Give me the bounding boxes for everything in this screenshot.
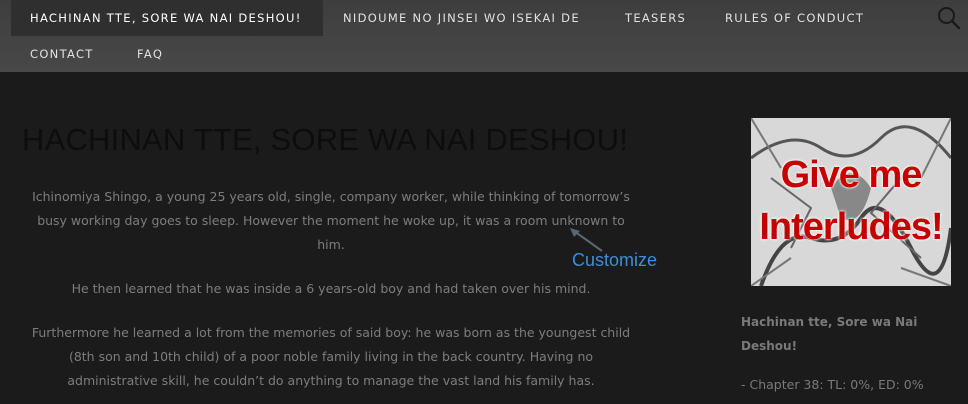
- give-me-interludes-banner[interactable]: Give me Interludes!: [751, 118, 951, 286]
- nav-item-faq[interactable]: FAQ: [137, 36, 163, 72]
- page-title: HACHINAN TTE, SORE WA NAI DESHOU!: [22, 122, 629, 157]
- story-paragraph: He then learned that he was inside a 6 y…: [71, 281, 591, 296]
- nav-item-nidoume[interactable]: NIDOUME NO JINSEI WO ISEKAI DE: [343, 0, 580, 36]
- search-icon[interactable]: [937, 6, 961, 30]
- manga-artwork-image: [751, 118, 951, 286]
- chapter-status: - Chapter 38: TL: 0%, ED: 0%: [741, 377, 924, 392]
- banner-text-line2: Interludes!: [759, 206, 943, 248]
- main-navigation: HACHINAN TTE, SORE WA NAI DESHOU! NIDOUM…: [0, 0, 968, 72]
- nav-item-teasers[interactable]: TEASERS: [625, 0, 686, 36]
- story-paragraph: Furthermore he learned a lot from the me…: [31, 325, 631, 388]
- customize-link[interactable]: Customize: [572, 250, 657, 271]
- nav-item-rules-of-conduct[interactable]: RULES OF CONDUCT: [725, 0, 864, 36]
- nav-item-contact[interactable]: CONTACT: [30, 36, 94, 72]
- intro-paragraph: Ichinomiya Shingo, a young 25 years old,…: [32, 189, 630, 252]
- widget-title-link[interactable]: Hachinan tte, Sore wa Nai Deshou!: [741, 310, 941, 358]
- nav-item-hachinan[interactable]: HACHINAN TTE, SORE WA NAI DESHOU!: [11, 0, 323, 36]
- banner-text-line1: Give me: [780, 154, 923, 196]
